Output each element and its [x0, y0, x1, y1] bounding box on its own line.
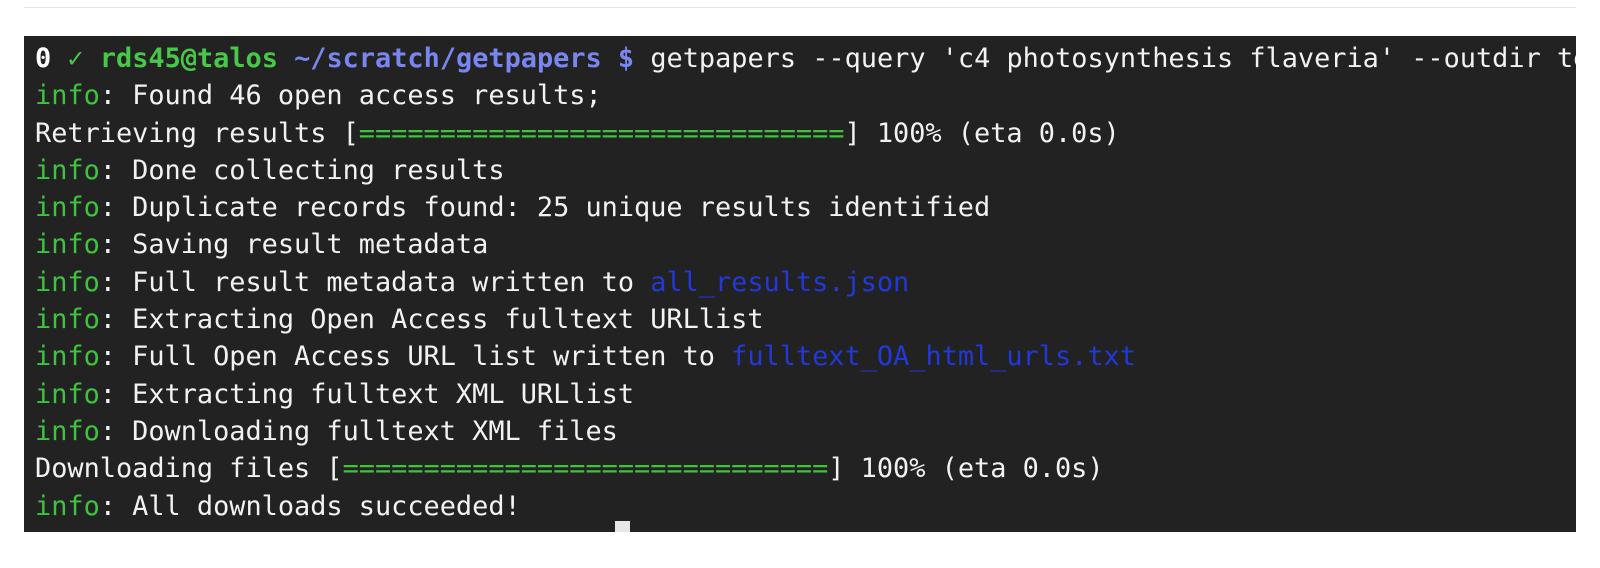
info-label: info — [35, 266, 100, 298]
progress-label: Downloading files [ — [35, 453, 343, 485]
output-text: : Done collecting results — [99, 154, 505, 186]
oa-file-link[interactable]: fulltext_OA_html_urls.txt — [731, 341, 1136, 372]
info-label: info — [35, 192, 100, 224]
output-text: : Found 46 open access results; — [99, 80, 602, 112]
output-text: : Full Open Access URL list written to — [99, 341, 732, 373]
info-label: info — [35, 490, 100, 522]
output-line-found: info: Found 46 open access results; — [35, 77, 1576, 114]
output-text: : All downloads succeeded! — [99, 490, 521, 522]
check-icon: ✓ — [67, 43, 84, 74]
progress-label: Retrieving results [ — [35, 117, 359, 149]
metadata-file-link[interactable]: all_results.json — [650, 267, 909, 298]
info-label: info — [35, 154, 100, 186]
output-line-oa-written: info: Full Open Access URL list written … — [35, 338, 1576, 375]
terminal-window[interactable]: 0 ✓ rds45@talos ~/scratch/getpapers $ ge… — [24, 36, 1576, 532]
output-text: : Saving result metadata — [99, 229, 489, 261]
output-line-downloading-xml: info: Downloading fulltext XML files — [35, 413, 1576, 450]
info-label: info — [35, 415, 100, 447]
output-text: : Extracting fulltext XML URLlist — [99, 378, 635, 410]
output-line-saving: info: Saving result metadata — [35, 226, 1576, 263]
progress-status: ] 100% (eta 0.0s) — [828, 453, 1104, 485]
command-text: getpapers --query 'c4 photosynthesis fla… — [650, 43, 1576, 74]
output-text: : Full result metadata written to — [99, 266, 651, 298]
progress-status: ] 100% (eta 0.0s) — [844, 117, 1120, 149]
progress-line-retrieving: Retrieving results [====================… — [35, 115, 1576, 152]
output-line-duplicates: info: Duplicate records found: 25 unique… — [35, 189, 1576, 226]
output-line-metadata-written: info: Full result metadata written to al… — [35, 264, 1576, 301]
output-text: : Duplicate records found: 25 unique res… — [99, 192, 991, 224]
info-label: info — [35, 229, 100, 261]
output-line-extracting-xml: info: Extracting fulltext XML URLlist — [35, 376, 1576, 413]
progress-bar: ============================== — [342, 453, 829, 485]
output-text: : Extracting Open Access fulltext URLlis… — [99, 304, 764, 336]
progress-line-downloading: Downloading files [=====================… — [35, 450, 1576, 487]
prompt-user-host: rds45@talos — [99, 43, 278, 74]
prompt-path: ~/scratch/getpapers — [294, 43, 602, 74]
prompt-line: 0 ✓ rds45@talos ~/scratch/getpapers $ ge… — [35, 40, 1576, 77]
output-line-done: info: Done collecting results — [35, 152, 1576, 189]
info-label: info — [35, 341, 100, 373]
output-line-extracting-oa: info: Extracting Open Access fulltext UR… — [35, 301, 1576, 338]
exit-status: 0 — [35, 43, 52, 74]
info-label: info — [35, 378, 100, 410]
output-line-succeeded: info: All downloads succeeded! — [35, 488, 1576, 525]
top-divider — [24, 7, 1576, 8]
progress-bar: ============================== — [358, 117, 845, 149]
info-label: info — [35, 80, 100, 112]
terminal-cursor — [615, 521, 630, 532]
info-label: info — [35, 304, 100, 336]
prompt-symbol: $ — [617, 43, 635, 74]
output-text: : Downloading fulltext XML files — [99, 415, 618, 447]
